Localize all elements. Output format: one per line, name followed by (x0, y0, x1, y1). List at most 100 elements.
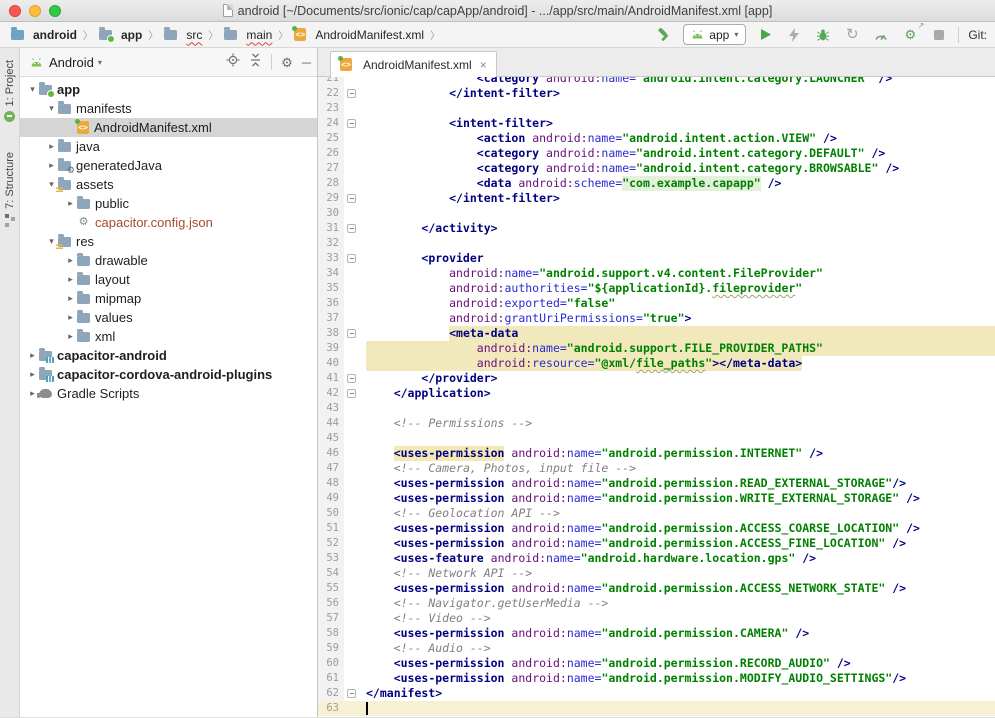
code-line[interactable]: 40 android:resource="@xml/file_paths"></… (318, 356, 995, 371)
code-editor[interactable]: 21 <category android:name="android.inten… (318, 77, 995, 718)
chevron-down-icon[interactable]: ▾ (45, 103, 58, 114)
tree-item-androidmanifest-xml[interactable]: AndroidManifest.xml (20, 118, 317, 137)
profile-app-button[interactable]: ⚙↗ (900, 25, 920, 45)
code-line[interactable]: 43 (318, 401, 995, 416)
code-line[interactable]: 42 </application> (318, 386, 995, 401)
breadcrumb-item[interactable]: src (161, 27, 205, 43)
code-line[interactable]: 39 android:name="android.support.FILE_PR… (318, 341, 995, 356)
tree-item-drawable[interactable]: ▸drawable (20, 251, 317, 270)
tree-item-manifests[interactable]: ▾manifests (20, 99, 317, 118)
chevron-right-icon[interactable]: ▸ (64, 331, 77, 342)
code-line[interactable]: 32 (318, 236, 995, 251)
fold-icon[interactable] (347, 689, 356, 698)
code-line[interactable]: 63 (318, 701, 995, 716)
code-line[interactable]: 50 <!-- Geolocation API --> (318, 506, 995, 521)
tree-item-xml[interactable]: ▸xml (20, 327, 317, 346)
code-line[interactable]: 57 <!-- Video --> (318, 611, 995, 626)
chevron-down-icon[interactable]: ▾ (26, 84, 39, 95)
breadcrumb-item[interactable]: main (221, 27, 275, 43)
code-line[interactable]: 61 <uses-permission android:name="androi… (318, 671, 995, 686)
run-button[interactable] (755, 25, 775, 45)
code-line[interactable]: 54 <!-- Network API --> (318, 566, 995, 581)
code-line[interactable]: 53 <uses-feature android:name="android.h… (318, 551, 995, 566)
fold-icon[interactable] (347, 194, 356, 203)
chevron-right-icon[interactable]: ▸ (64, 293, 77, 304)
settings-button[interactable]: ⚙ (281, 56, 293, 69)
chevron-right-icon[interactable]: ▸ (64, 255, 77, 266)
breadcrumb-item[interactable]: AndroidManifest.xml (291, 27, 427, 43)
code-line[interactable]: 48 <uses-permission android:name="androi… (318, 476, 995, 491)
stop-button[interactable] (929, 25, 949, 45)
tree-item-gradle-scripts[interactable]: ▸Gradle Scripts (20, 384, 317, 403)
close-tab-icon[interactable]: × (480, 58, 487, 72)
chevron-right-icon[interactable]: ▸ (26, 350, 39, 361)
fold-icon[interactable] (347, 389, 356, 398)
code-line[interactable]: 59 <!-- Audio --> (318, 641, 995, 656)
fold-icon[interactable] (347, 329, 356, 338)
tree-item-java[interactable]: ▸java (20, 137, 317, 156)
code-line[interactable]: 58 <uses-permission android:name="androi… (318, 626, 995, 641)
fold-icon[interactable] (347, 89, 356, 98)
attach-debugger-button[interactable]: ↻ (842, 25, 862, 45)
debug-button[interactable] (813, 25, 833, 45)
editor-tab-androidmanifest[interactable]: AndroidManifest.xml × (330, 51, 497, 77)
code-line[interactable]: 24 <intent-filter> (318, 116, 995, 131)
code-line[interactable]: 26 <category android:name="android.inten… (318, 146, 995, 161)
code-line[interactable]: 29 </intent-filter> (318, 191, 995, 206)
tree-item-capacitor-config-json[interactable]: capacitor.config.json (20, 213, 317, 232)
code-line[interactable]: 41 </provider> (318, 371, 995, 386)
chevron-right-icon[interactable]: ▸ (64, 198, 77, 209)
zoom-window-button[interactable] (49, 5, 61, 17)
code-line[interactable]: 30 (318, 206, 995, 221)
code-line[interactable]: 36 android:exported="false" (318, 296, 995, 311)
code-line[interactable]: 51 <uses-permission android:name="androi… (318, 521, 995, 536)
tree-item-generatedjava[interactable]: ▸generatedJava (20, 156, 317, 175)
tree-item-res[interactable]: ▾res (20, 232, 317, 251)
code-line[interactable]: 56 <!-- Navigator.getUserMedia --> (318, 596, 995, 611)
code-line[interactable]: 52 <uses-permission android:name="androi… (318, 536, 995, 551)
code-line[interactable]: 49 <uses-permission android:name="androi… (318, 491, 995, 506)
chevron-right-icon[interactable]: ▸ (26, 369, 39, 380)
minimize-window-button[interactable] (29, 5, 41, 17)
tree-item-mipmap[interactable]: ▸mipmap (20, 289, 317, 308)
project-view-select[interactable]: Android (49, 55, 94, 70)
code-line[interactable]: 28 <data android:scheme="com.example.cap… (318, 176, 995, 191)
apply-changes-button[interactable] (784, 25, 804, 45)
code-line[interactable]: 21 <category android:name="android.inten… (318, 77, 995, 86)
tree-item-values[interactable]: ▸values (20, 308, 317, 327)
fold-icon[interactable] (347, 119, 356, 128)
hide-panel-button[interactable]: ─ (302, 56, 311, 69)
tree-item-capacitor-cordova-android-plugins[interactable]: ▸capacitor-cordova-android-plugins (20, 365, 317, 384)
code-line[interactable]: 60 <uses-permission android:name="androi… (318, 656, 995, 671)
chevron-right-icon[interactable]: ▸ (64, 274, 77, 285)
tree-item-app[interactable]: ▾app (20, 80, 317, 99)
fold-icon[interactable] (347, 254, 356, 263)
tree-item-capacitor-android[interactable]: ▸capacitor-android (20, 346, 317, 365)
run-config-select[interactable]: app ▾ (683, 24, 746, 45)
close-window-button[interactable] (9, 5, 21, 17)
fold-icon[interactable] (347, 224, 356, 233)
code-line[interactable]: 46 <uses-permission android:name="androi… (318, 446, 995, 461)
tree-item-assets[interactable]: ▾assets (20, 175, 317, 194)
code-line[interactable]: 55 <uses-permission android:name="androi… (318, 581, 995, 596)
code-line[interactable]: 33 <provider (318, 251, 995, 266)
code-line[interactable]: 62</manifest> (318, 686, 995, 701)
chevron-right-icon[interactable]: ▸ (64, 312, 77, 323)
breadcrumb-item[interactable]: app (96, 27, 145, 43)
tree-item-public[interactable]: ▸public (20, 194, 317, 213)
chevron-right-icon[interactable]: ▸ (45, 160, 58, 171)
chevron-right-icon[interactable]: ▸ (45, 141, 58, 152)
code-line[interactable]: 47 <!-- Camera, Photos, input file --> (318, 461, 995, 476)
code-line[interactable]: 45 (318, 431, 995, 446)
code-line[interactable]: 23 (318, 101, 995, 116)
code-line[interactable]: 35 android:authorities="${applicationId}… (318, 281, 995, 296)
profiler-button[interactable] (871, 25, 891, 45)
code-line[interactable]: 27 <category android:name="android.inten… (318, 161, 995, 176)
code-line[interactable]: 44 <!-- Permissions --> (318, 416, 995, 431)
locate-file-button[interactable] (226, 53, 240, 72)
code-line[interactable]: 22 </intent-filter> (318, 86, 995, 101)
tool-window-structure[interactable]: 7: Structure (4, 152, 16, 224)
code-line[interactable]: 31 </activity> (318, 221, 995, 236)
tool-window-project[interactable]: 1: Project (4, 60, 16, 122)
fold-icon[interactable] (347, 374, 356, 383)
